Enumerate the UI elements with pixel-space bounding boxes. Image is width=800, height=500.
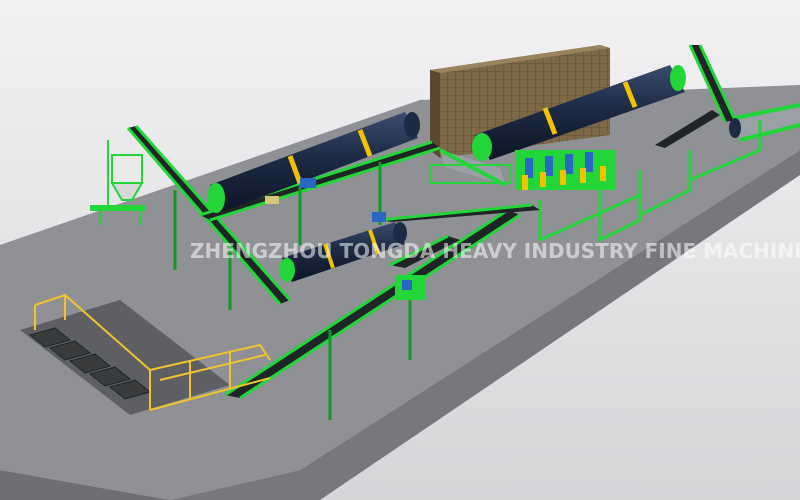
watermark-text: ZHENGZHOU TONGDA HEAVY INDUSTRY FINE MAC… <box>190 239 800 263</box>
fertilizer-production-line-render: ZHENGZHOU TONGDA HEAVY INDUSTRY FINE MAC… <box>0 0 800 500</box>
batching-machines <box>515 150 615 190</box>
